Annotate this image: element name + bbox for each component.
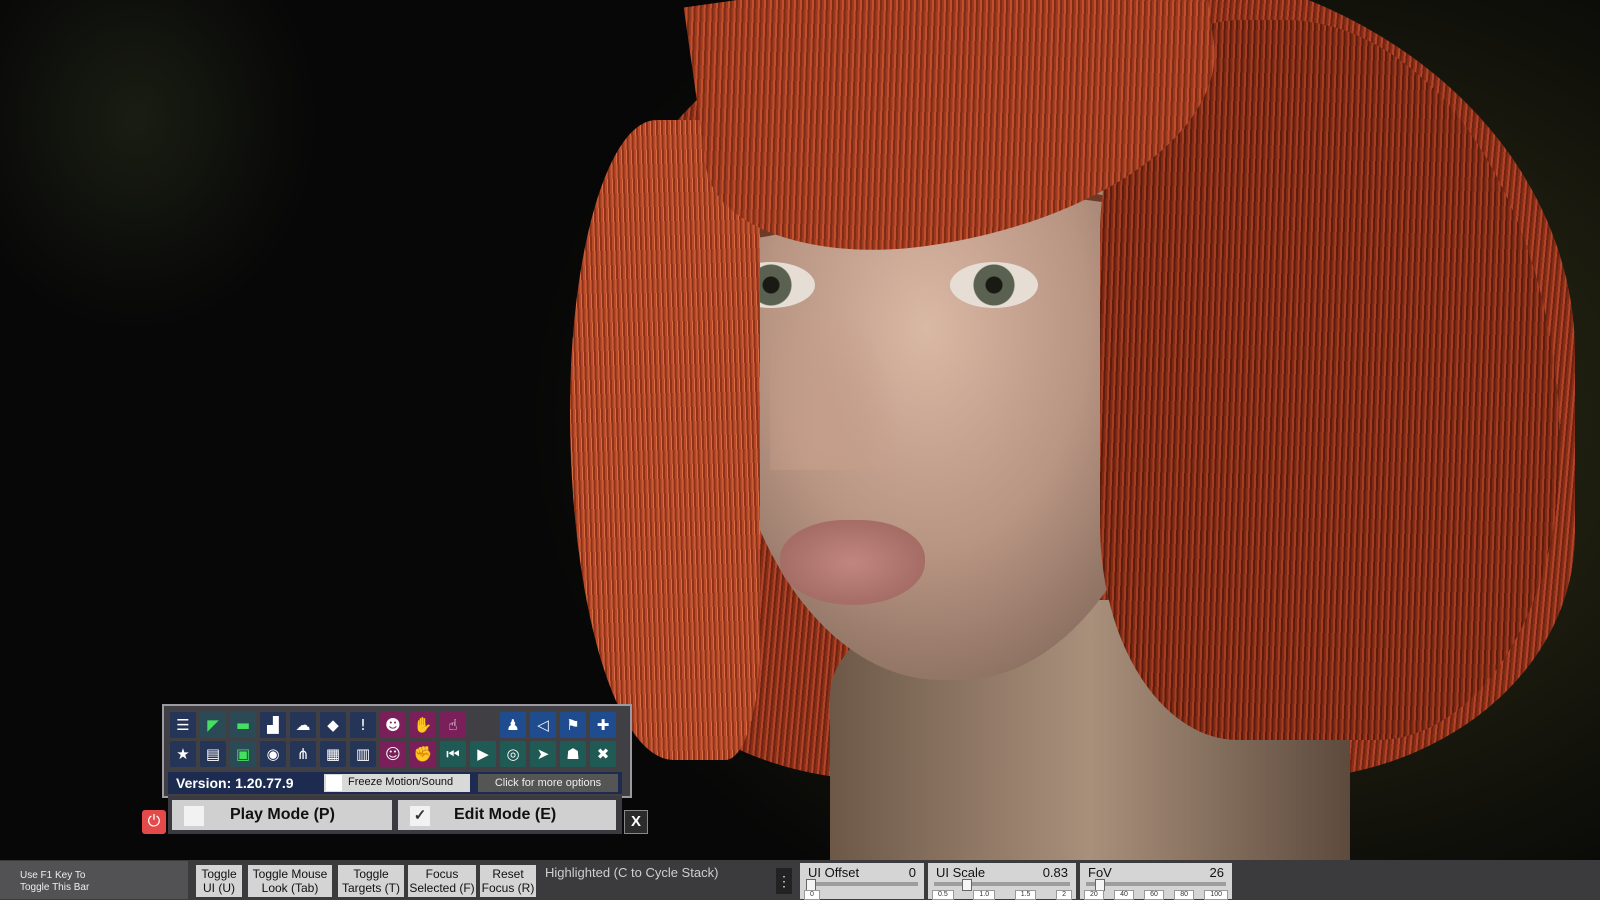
version-bar: Version: 1.20.77.9 Freeze Motion/Sound C…	[168, 772, 622, 794]
slider-tick[interactable]: 60	[1144, 890, 1164, 900]
slider-tick[interactable]: 80	[1174, 890, 1195, 900]
slider-track[interactable]	[1086, 882, 1226, 886]
button-line2: Selected (F)	[409, 881, 475, 895]
slider-value: 26	[1209, 865, 1224, 880]
nose	[770, 300, 900, 470]
button-line1: Toggle	[201, 867, 237, 881]
button-line1: Toggle Mouse	[252, 867, 328, 881]
play-mode-checkbox[interactable]	[184, 806, 204, 826]
share-icon[interactable]: ⋔	[290, 741, 316, 767]
hair-left	[570, 120, 760, 760]
button-line2: Look (Tab)	[261, 881, 319, 895]
power-icon[interactable]: ⏻	[142, 810, 166, 834]
freeze-motion-toggle[interactable]: Freeze Motion/Sound	[324, 774, 470, 792]
ui-offset-slider[interactable]: UI Offset 0 0	[800, 863, 924, 900]
f1-hint: Use F1 Key To Toggle This Bar	[0, 861, 188, 899]
folder-camera-icon[interactable]: ▣	[230, 741, 256, 767]
slider-track[interactable]	[806, 882, 918, 886]
edit-mode-checkbox[interactable]: ✓	[410, 806, 430, 826]
button-line1: Reset	[492, 867, 524, 881]
skip-back-icon[interactable]: ⏮	[440, 741, 466, 767]
plus-icon[interactable]: ✚	[590, 712, 616, 738]
flag-icon[interactable]: ⚑	[560, 712, 586, 738]
slider-ticks: 20 40 60 80 100	[1084, 890, 1228, 900]
more-options-button[interactable]: Click for more options	[478, 774, 618, 792]
star-icon[interactable]: ★	[170, 741, 196, 767]
pointer-hand-icon[interactable]: ☝	[440, 712, 466, 738]
menu-icon[interactable]: ☰	[170, 712, 196, 738]
clear-scene-icon[interactable]: ▟	[260, 712, 286, 738]
people-icon[interactable]: ☗	[560, 741, 586, 767]
version-label: Version: 1.20.77.9	[176, 775, 294, 791]
slider-value: 0.83	[1042, 865, 1068, 880]
fov-slider[interactable]: FoV 26 20 40 60 80 100	[1080, 863, 1232, 900]
document-icon[interactable]: ▥	[350, 741, 376, 767]
slider-tick[interactable]: 0.5	[932, 890, 954, 900]
bottom-bar: Use F1 Key To Toggle This Bar Toggle UI …	[0, 860, 1600, 900]
person-icon[interactable]: ♟	[500, 712, 526, 738]
slider-ticks: 0.5 1.0 1.5 2	[932, 890, 1072, 900]
mode-bar: Play Mode (P) ✓ Edit Mode (E)	[168, 796, 622, 834]
slider-tick[interactable]: 20	[1084, 890, 1104, 900]
close-panel-button[interactable]: X	[624, 810, 648, 834]
slider-track[interactable]	[934, 882, 1070, 886]
slider-label: UI Scale	[936, 865, 986, 880]
lips	[780, 520, 925, 605]
slider-tick[interactable]: 0	[804, 890, 820, 900]
slider-tick[interactable]: 1.0	[973, 890, 996, 900]
slider-tick[interactable]: 1.5	[1014, 890, 1037, 900]
slider-tick[interactable]: 2	[1056, 890, 1072, 900]
toolbar-icon-row-2: ★ ▤ ▣ ◉ ⋔ ▦ ▥ ☺ ✊ ⏮ ▶ ◎ ➤ ☗ ✖	[170, 741, 616, 767]
button-line1: Focus	[425, 867, 459, 881]
play-icon[interactable]: ▶	[470, 741, 496, 767]
f1-hint-line2: Toggle This Bar	[20, 882, 90, 893]
play-mode-button[interactable]: Play Mode (P)	[172, 800, 392, 830]
camera-icon[interactable]: ◉	[260, 741, 286, 767]
ui-scale-slider[interactable]: UI Scale 0.83 0.5 1.0 1.5 2	[928, 863, 1076, 900]
freeze-label: Freeze Motion/Sound	[348, 776, 454, 788]
main-toolbar-panel: ☰ ◤ ▬ ▟ ☁ ◆! ☻ ✋ ☝ ♟ ◁ ⚑ ✚ ★ ▤ ▣ ◉ ⋔ ▦ ▥ ☺ ✊ ⏮ ▶ ◎ ➤ ☗ ✖ Version: …	[162, 704, 632, 798]
alert-icon[interactable]: !	[350, 712, 376, 738]
save-icon[interactable]: ◤	[200, 712, 226, 738]
button-line2: Targets (T)	[341, 881, 400, 895]
slider-label: FoV	[1088, 865, 1112, 880]
folder-icon[interactable]: ▬	[230, 712, 256, 738]
freeze-checkbox[interactable]	[326, 775, 342, 791]
tools-icon[interactable]: ✖	[590, 741, 616, 767]
button-line1: Toggle	[353, 867, 389, 881]
slider-tick[interactable]: 40	[1114, 890, 1134, 900]
f1-hint-line1: Use F1 Key To	[20, 870, 86, 881]
button-line2: UI (U)	[203, 881, 235, 895]
highlighted-label: Highlighted (C to Cycle Stack)	[545, 865, 719, 880]
slider-value: 0	[908, 865, 916, 880]
unity-icon[interactable]: ◁	[530, 712, 556, 738]
reset-focus-button[interactable]: Reset Focus (R)	[480, 865, 536, 897]
person-gear-icon[interactable]: ☺	[380, 741, 406, 767]
toggle-targets-button[interactable]: Toggle Targets (T)	[338, 865, 404, 897]
slider-tick[interactable]: 100	[1204, 890, 1228, 900]
hand-icon[interactable]: ✋	[410, 712, 436, 738]
slider-label: UI Offset	[808, 865, 860, 880]
more-vertical-icon[interactable]: ⋮	[776, 868, 792, 894]
toggle-ui-button[interactable]: Toggle UI (U)	[196, 865, 242, 897]
edit-mode-label: Edit Mode (E)	[454, 806, 557, 823]
edit-mode-button[interactable]: ✓ Edit Mode (E)	[398, 800, 616, 830]
toggle-mouse-look-button[interactable]: Toggle Mouse Look (Tab)	[248, 865, 332, 897]
cloud-icon[interactable]: ☁	[290, 712, 316, 738]
cursor-icon[interactable]: ➤	[530, 741, 556, 767]
package-icon[interactable]: ▦	[320, 741, 346, 767]
slider-ticks: 0	[804, 890, 920, 900]
cube-icon[interactable]: ◆	[320, 712, 346, 738]
toolbar-icon-row-1: ☰ ◤ ▬ ▟ ☁ ◆! ☻ ✋ ☝ ♟ ◁ ⚑ ✚	[170, 712, 616, 738]
focus-selected-button[interactable]: Focus Selected (F)	[408, 865, 476, 897]
target-icon[interactable]: ◎	[500, 741, 526, 767]
play-mode-label: Play Mode (P)	[230, 806, 335, 823]
person-settings-icon[interactable]: ☻	[380, 712, 406, 738]
right-eye	[950, 262, 1038, 308]
save-as-icon[interactable]: ▤	[200, 741, 226, 767]
button-line2: Focus (R)	[481, 881, 535, 895]
hand-grab-icon[interactable]: ✊	[410, 741, 436, 767]
